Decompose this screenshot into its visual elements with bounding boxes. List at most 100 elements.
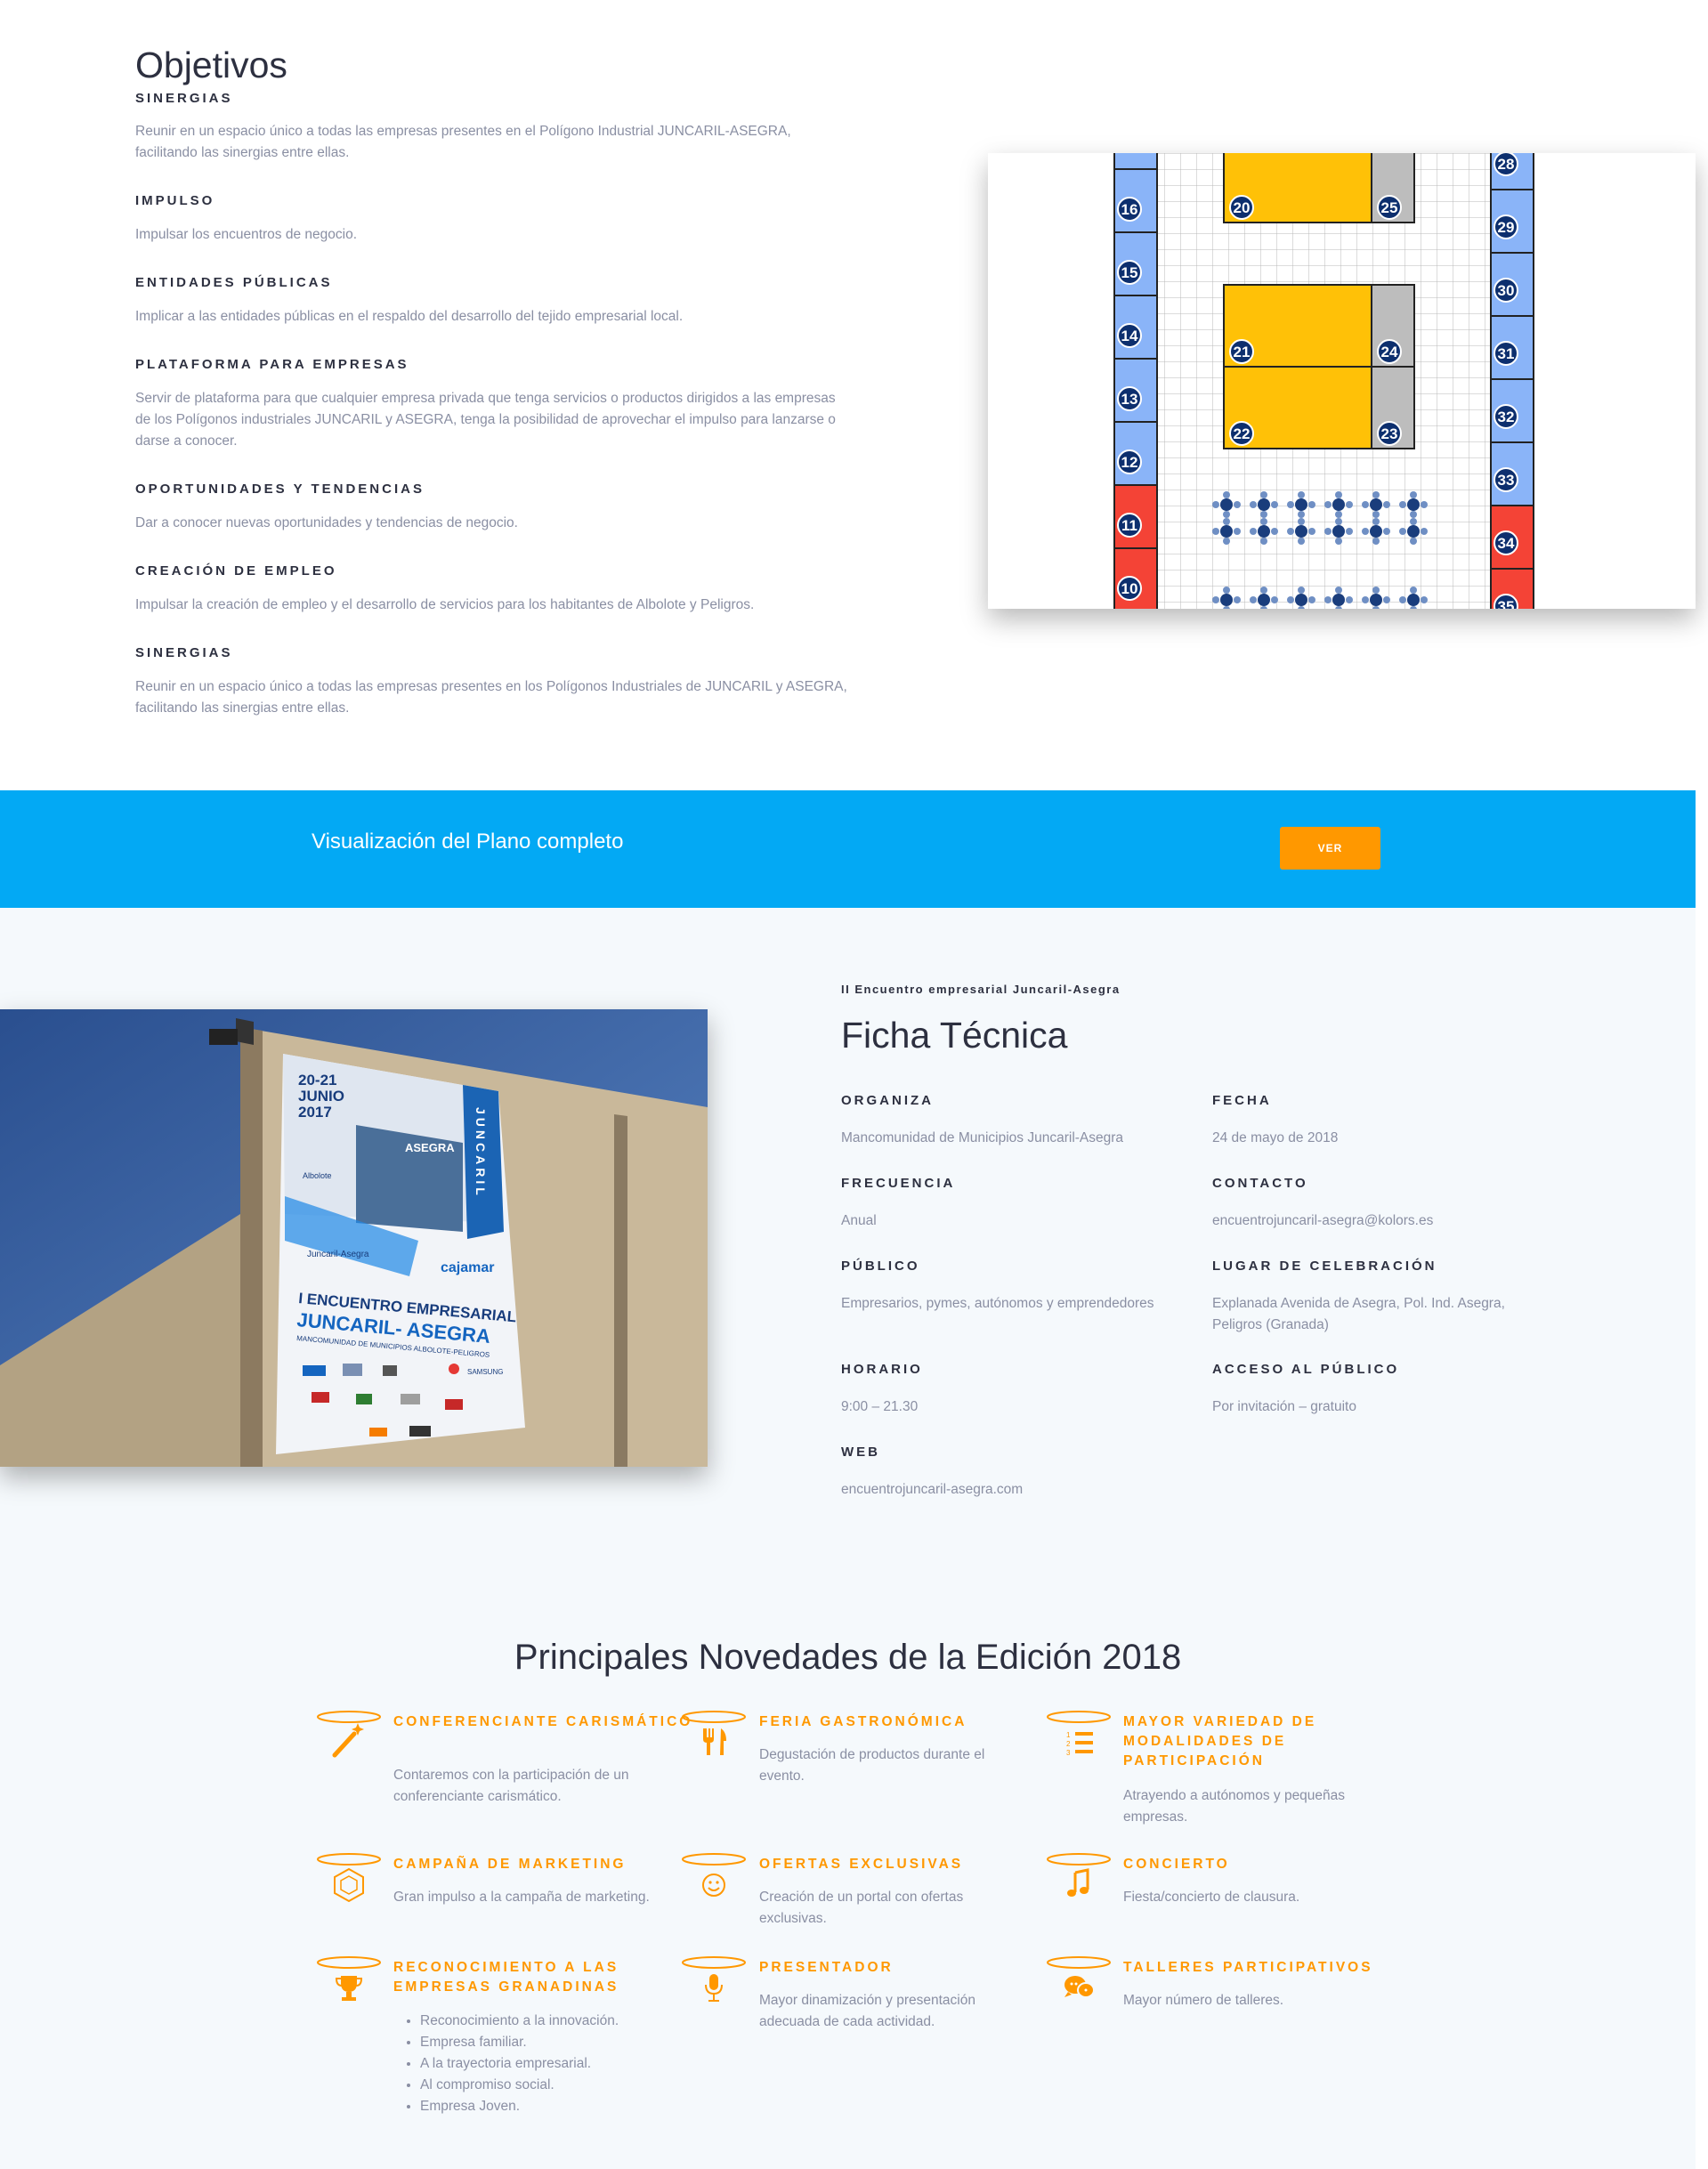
- floor-plan-image: 16 15 14 13 12 11 10 28 29 30 31 32 33 34 35 20 25 21 24…: [988, 153, 1696, 609]
- svg-text:34: 34: [1498, 535, 1515, 552]
- stand-number-badge: 30: [1493, 278, 1518, 303]
- svg-text:13: 13: [1121, 391, 1138, 408]
- trophy-icon: [317, 1956, 381, 2010]
- svg-text:24: 24: [1381, 344, 1398, 360]
- stand-number-badge: 10: [1117, 576, 1142, 601]
- novedad-heading: PRESENTADOR: [759, 1960, 894, 1975]
- objetivo-text: Impulsar los encuentros de negocio.: [135, 227, 358, 242]
- objetivo-heading: PLATAFORMA PARA EMPRESAS: [135, 357, 409, 372]
- contacto-label: CONTACTO: [1212, 1176, 1308, 1191]
- svg-text:23: 23: [1381, 425, 1398, 442]
- list-item: A la trayectoria empresarial.: [420, 2053, 619, 2075]
- novedad-heading: CONCIERTO: [1123, 1857, 1230, 1872]
- list-icon: 123: [1047, 1711, 1111, 1764]
- list-item: Al compromiso social.: [420, 2075, 619, 2096]
- novedad-text: Atrayendo a autónomos y pequeñas empresa…: [1123, 1788, 1346, 1825]
- plan-cta-band: [0, 790, 1696, 908]
- svg-text:29: 29: [1498, 219, 1515, 236]
- stand-number-badge: 15: [1117, 260, 1142, 285]
- novedad-text: Mayor número de talleres.: [1123, 1993, 1284, 2008]
- objetivos-title: Objetivos: [135, 45, 287, 85]
- stand-number-badge: 20: [1229, 195, 1254, 220]
- list-item: Empresa familiar.: [420, 2032, 619, 2053]
- svg-text:20: 20: [1234, 199, 1251, 216]
- svg-text:30: 30: [1498, 282, 1515, 299]
- objetivo-heading: ENTIDADES PÚBLICAS: [135, 275, 333, 290]
- lugar-value: Explanada Avenida de Asegra, Pol. Ind. A…: [1212, 1296, 1505, 1332]
- novedad-heading: OFERTAS EXCLUSIVAS: [759, 1857, 964, 1872]
- banner-asegra-logo-text: Juncaril-Asegra: [307, 1250, 369, 1259]
- event-banner-photo: 20-21 JUNIO 2017 ASEGRA JUNCARIL Albolote …: [0, 1009, 708, 1467]
- stand-number-badge: 32: [1493, 404, 1518, 429]
- cutlery-icon: [682, 1711, 746, 1764]
- horario-value: 9:00 – 21.30: [841, 1399, 919, 1414]
- web-label: WEB: [841, 1445, 880, 1460]
- publico-value: Empresarios, pymes, autónomos y emprende…: [841, 1296, 1154, 1311]
- novedad-text: Mayor dinamización y presentación adecua…: [759, 1993, 975, 2029]
- svg-text:25: 25: [1381, 199, 1398, 216]
- frecuencia-value: Anual: [841, 1213, 877, 1228]
- stand-number-badge: 16: [1117, 197, 1142, 222]
- stand-number-badge: 31: [1493, 341, 1518, 366]
- hexagon-icon: [317, 1853, 381, 1906]
- stand-number-badge: 14: [1117, 323, 1142, 348]
- web-link[interactable]: encuentrojuncaril-asegra.com: [841, 1479, 1179, 1501]
- svg-text:21: 21: [1234, 344, 1251, 360]
- ficha-kicker: II Encuentro empresarial Juncaril-Asegra: [841, 983, 1121, 996]
- stand-number-badge: 25: [1377, 195, 1402, 220]
- objetivo-heading: IMPULSO: [135, 193, 215, 208]
- svg-text:10: 10: [1121, 580, 1138, 597]
- objetivo-heading: OPORTUNIDADES Y TENDENCIAS: [135, 482, 425, 497]
- stand-number-badge: 13: [1117, 386, 1142, 411]
- svg-text:16: 16: [1121, 201, 1138, 218]
- reconocimiento-list: Reconocimiento a la innovación. Empresa …: [399, 2011, 619, 2117]
- microphone-icon: [682, 1956, 746, 2010]
- objetivo-text: Implicar a las entidades públicas en el …: [135, 309, 684, 324]
- novedad-heading: MAYOR VARIEDAD DE MODALIDADES DE PARTICI…: [1123, 1714, 1317, 1768]
- novedad-heading: TALLERES PARTICIPATIVOS: [1123, 1960, 1373, 1975]
- objetivo-text: Servir de plataforma para que cualquier …: [135, 391, 836, 449]
- objetivo-heading: SINERGIAS: [135, 91, 233, 106]
- smile-icon: [682, 1853, 746, 1906]
- banner-albolote-text: Albolote: [303, 1171, 332, 1180]
- acceso-label: ACCESO AL PÚBLICO: [1212, 1362, 1400, 1377]
- novedad-heading: CAMPAÑA DE MARKETING: [393, 1857, 627, 1872]
- svg-text:14: 14: [1121, 328, 1138, 344]
- novedad-text: Creación de un portal con ofertas exclus…: [759, 1890, 964, 1926]
- objetivo-text: Reunir en un espacio único a todas las e…: [135, 124, 791, 160]
- stand-number-badge: 24: [1377, 339, 1402, 364]
- stand-number-badge: 33: [1493, 467, 1518, 492]
- novedad-text: Fiesta/concierto de clausura.: [1123, 1890, 1300, 1905]
- stand-number-badge: 34: [1493, 530, 1518, 555]
- banner-cajamar-text: cajamar: [441, 1260, 495, 1275]
- novedad-heading: RECONOCIMIENTO A LAS EMPRESAS GRANADINAS: [393, 1960, 619, 1995]
- svg-text:31: 31: [1498, 345, 1515, 362]
- stand-number-badge: 23: [1377, 421, 1402, 446]
- organiza-value: Mancomunidad de Municipios Juncaril-Aseg…: [841, 1130, 1124, 1145]
- objetivo-heading: SINERGIAS: [135, 645, 233, 660]
- acceso-value: Por invitación – gratuito: [1212, 1399, 1356, 1414]
- novedad-text: Gran impulso a la campaña de marketing.: [393, 1890, 650, 1905]
- stand-number-badge: 29: [1493, 214, 1518, 239]
- svg-text:35: 35: [1498, 598, 1515, 609]
- frecuencia-label: FRECUENCIA: [841, 1176, 956, 1191]
- stand-number-badge: 21: [1229, 339, 1254, 364]
- banner-asegra-text: ASEGRA: [405, 1141, 455, 1154]
- chat-bubbles-icon: [1047, 1956, 1111, 2010]
- objetivo-text: Impulsar la creación de empleo y el desa…: [135, 597, 755, 612]
- right-stand-column: 28 29 30 31 32 33 34 35: [1490, 153, 1534, 609]
- fecha-value: 24 de mayo de 2018: [1212, 1130, 1339, 1145]
- svg-text:11: 11: [1121, 517, 1137, 534]
- stand-number-badge: 35: [1493, 594, 1518, 609]
- svg-text:12: 12: [1121, 454, 1138, 471]
- novedad-heading: CONFERENCIANTE CARISMÁTICO: [393, 1714, 693, 1729]
- novedades-title: Principales Novedades de la Edición 2018: [514, 1638, 1182, 1677]
- ver-plano-button[interactable]: VER: [1280, 827, 1380, 870]
- svg-text:33: 33: [1498, 472, 1515, 489]
- novedad-text: Contaremos con la participación de un co…: [393, 1768, 629, 1804]
- objetivo-heading: CREACIÓN DE EMPLEO: [135, 563, 337, 579]
- stand-number-badge: 12: [1117, 449, 1142, 474]
- banner-samsung-text: SAMSUNG: [467, 1368, 503, 1376]
- stand-number-badge: 28: [1493, 153, 1518, 176]
- contacto-email-link[interactable]: encuentrojuncaril-asegra@kolors.es: [1212, 1210, 1550, 1232]
